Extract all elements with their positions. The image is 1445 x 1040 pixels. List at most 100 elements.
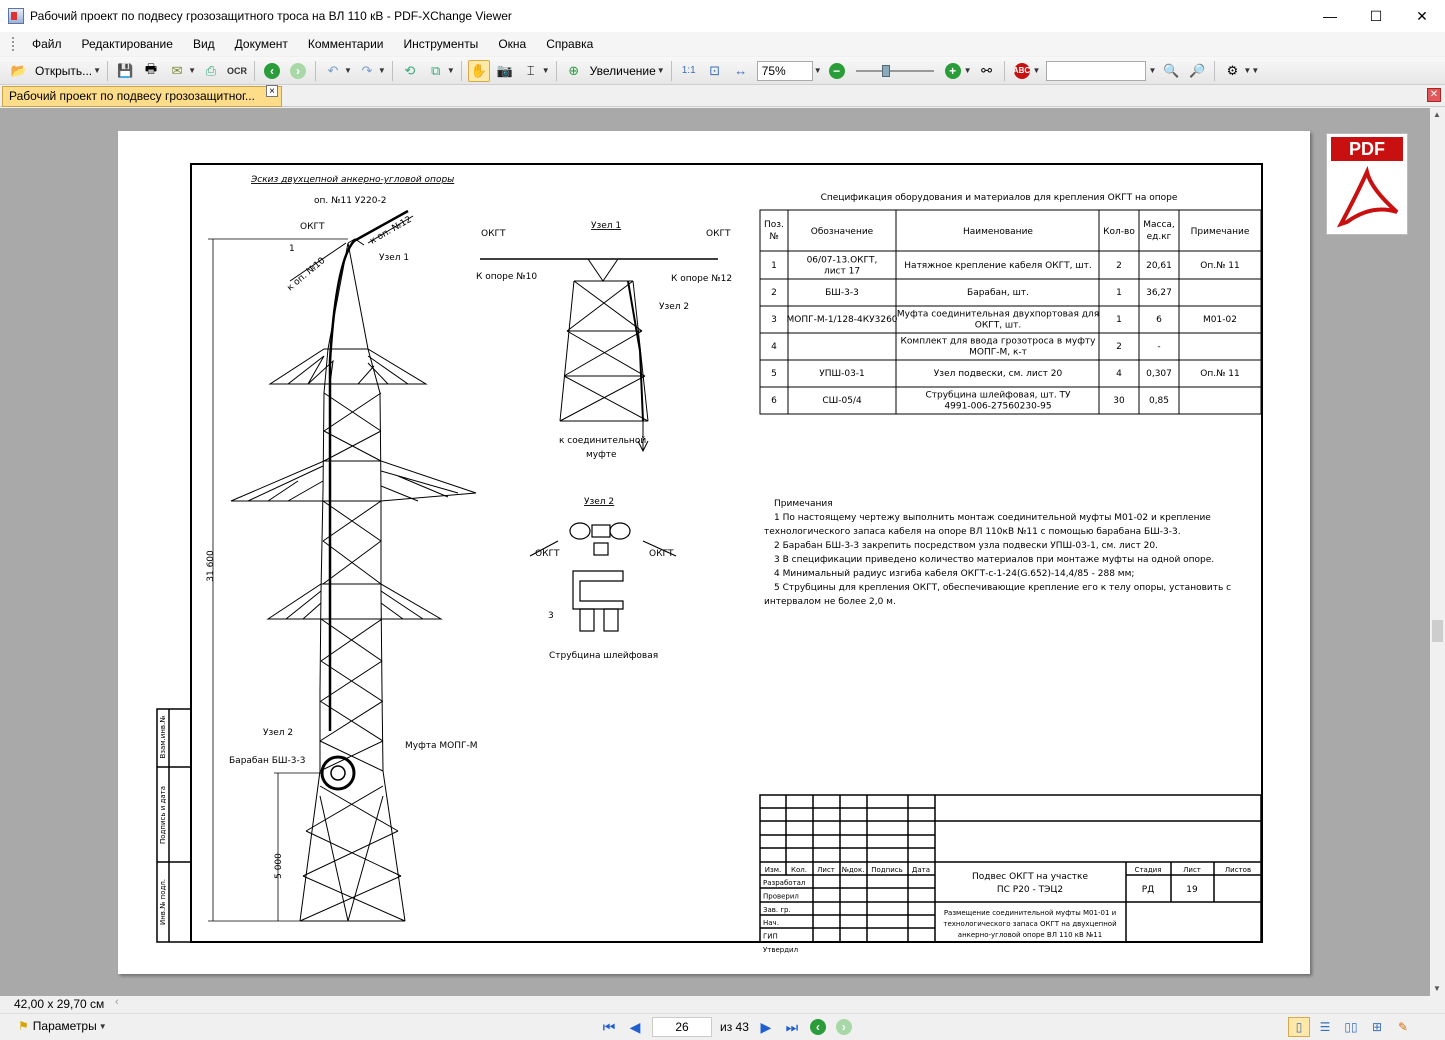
forward-view-icon[interactable]: ›: [834, 1017, 854, 1037]
select-text-icon[interactable]: ⌶: [520, 60, 542, 82]
document-view[interactable]: Взам.инв.№ Подпись и дата Инв.№ подл. Эс…: [0, 108, 1430, 996]
open-button[interactable]: Открыть...: [32, 64, 95, 78]
fit-page-icon[interactable]: ⊡: [704, 60, 726, 82]
stamp-column-header: Кол.: [791, 866, 807, 874]
rotate-icon[interactable]: ⟲: [399, 60, 421, 82]
spec-cell: 6: [1156, 315, 1162, 325]
spec-header: Поз.: [764, 220, 784, 230]
prev-page-icon[interactable]: ◀: [625, 1017, 645, 1037]
spec-cell: 0,85: [1149, 396, 1169, 406]
settings-icon[interactable]: ⚙: [1221, 60, 1243, 82]
snapshot-icon[interactable]: 📷: [494, 60, 516, 82]
uzel2-label: Узел 2: [263, 728, 293, 738]
scroll-down-icon[interactable]: ▼: [1433, 984, 1441, 993]
hand-tool-icon[interactable]: ✋: [467, 59, 490, 82]
back-view-icon[interactable]: ‹: [808, 1017, 828, 1037]
last-page-icon[interactable]: ⏭: [782, 1017, 802, 1037]
print-icon[interactable]: 🖶: [140, 60, 162, 82]
binoculars-icon[interactable]: ⚯: [976, 60, 998, 82]
menu-document[interactable]: Документ: [225, 33, 298, 55]
next-page-icon[interactable]: ▶: [756, 1017, 776, 1037]
zoom-level-input[interactable]: 75%: [756, 60, 813, 81]
okgt-clamp-left: ОКГТ: [535, 549, 560, 559]
spec-cell: МОПГ-М, к-т: [969, 348, 1027, 358]
find-icon[interactable]: 🔍: [1160, 60, 1182, 82]
spec-cell: Муфта соединительная двухпортовая для: [897, 310, 1099, 320]
spec-cell: 30: [1113, 396, 1125, 406]
stamp-desc-3: анкерно-угловой опоре ВЛ 110 кВ №11: [958, 931, 1102, 939]
zoom-out-icon[interactable]: −: [826, 60, 848, 82]
menu-windows[interactable]: Окна: [488, 33, 536, 55]
email-icon[interactable]: ✉: [166, 60, 188, 82]
stamp-role: ГИП: [763, 933, 778, 941]
forward-icon[interactable]: ›: [287, 60, 309, 82]
note-line: 3 В спецификации приведено количество ма…: [774, 555, 1214, 565]
spec-cell: 2: [771, 288, 777, 298]
save-icon[interactable]: 💾: [114, 60, 136, 82]
find-next-icon[interactable]: 🔎: [1186, 60, 1208, 82]
menu-bar: Файл Редактирование Вид Документ Коммент…: [0, 32, 1445, 56]
uzel1-detail: [480, 258, 718, 453]
fit-width-icon[interactable]: ↔: [730, 60, 752, 82]
pages-icon[interactable]: ⧉: [425, 60, 447, 82]
menu-help[interactable]: Справка: [536, 33, 603, 55]
menu-view[interactable]: Вид: [183, 33, 225, 55]
spec-cell: лист 17: [824, 267, 860, 277]
undo-icon[interactable]: ↶: [322, 60, 344, 82]
open-dropdown-icon[interactable]: ▼: [93, 66, 101, 75]
search-input[interactable]: [1046, 60, 1147, 81]
open-folder-icon[interactable]: 📂: [8, 60, 30, 82]
document-tab[interactable]: Рабочий проект по подвесу грозозащитног.…: [2, 86, 282, 107]
close-document-icon[interactable]: ✕: [1427, 88, 1441, 102]
menu-comments[interactable]: Комментарии: [298, 33, 394, 55]
window-title: Рабочий проект по подвесу грозозащитного…: [30, 9, 512, 23]
sketch-title: Эскиз двухцепной анкерно-угловой опоры: [250, 175, 454, 185]
scrollbar-thumb[interactable]: [1432, 620, 1443, 642]
facing-icon[interactable]: ▯▯: [1340, 1017, 1362, 1037]
back-icon[interactable]: ‹: [261, 60, 283, 82]
single-page-icon[interactable]: ▯: [1288, 1017, 1310, 1037]
to-coupling-label: к соединительной: [559, 436, 646, 446]
pdf-viewer-window: Рабочий проект по подвесу грозозащитного…: [0, 0, 1445, 1040]
menu-edit[interactable]: Редактирование: [72, 33, 183, 55]
spellcheck-icon[interactable]: ABC: [1011, 60, 1033, 82]
actual-size-icon[interactable]: 1:1: [678, 60, 700, 82]
tools-icon[interactable]: ✎: [1392, 1017, 1414, 1037]
height-dim: 31 600: [206, 550, 216, 582]
menu-file[interactable]: Файл: [22, 33, 72, 55]
menu-tools[interactable]: Инструменты: [393, 33, 488, 55]
page-number-input[interactable]: 26: [652, 1017, 712, 1037]
redo-icon[interactable]: ↷: [356, 60, 378, 82]
ocr-icon[interactable]: OCR: [226, 60, 248, 82]
minimize-button[interactable]: —: [1307, 0, 1353, 32]
document-tab-label: Рабочий проект по подвесу грозозащитног.…: [9, 89, 255, 103]
spec-cell: Оп.№ 11: [1200, 369, 1240, 379]
zoom-in-icon[interactable]: ⊕: [563, 60, 585, 82]
spec-cell: 2: [1116, 342, 1122, 352]
scroll-up-icon[interactable]: ▲: [1433, 110, 1441, 119]
tab-close-icon[interactable]: ×: [266, 85, 278, 97]
stamp-column-header: №док.: [842, 866, 865, 874]
stamp-role: Проверил: [763, 892, 799, 900]
zoom-plus-icon[interactable]: +: [942, 60, 964, 82]
stamp-columns: Изм. Кол. Лист №док. Подпись Дата: [765, 866, 930, 874]
vertical-scrollbar[interactable]: ▲ ▼: [1430, 108, 1445, 996]
first-page-icon[interactable]: ⏮: [599, 1017, 619, 1037]
parameters-button[interactable]: ⚑ Параметры ▼: [18, 1019, 109, 1033]
zoom-slider[interactable]: [855, 64, 934, 77]
hscroll-left-icon[interactable]: ‹: [115, 996, 119, 1008]
continuous-facing-icon[interactable]: ⊞: [1366, 1017, 1388, 1037]
scan-icon[interactable]: ⎙: [200, 60, 222, 82]
zoom-slider-thumb[interactable]: [881, 64, 890, 77]
drawing-sheet: Взам.инв.№ Подпись и дата Инв.№ подл. Эс…: [156, 163, 1263, 954]
spec-title: Спецификация оборудования и материалов д…: [821, 193, 1178, 203]
close-button[interactable]: ✕: [1399, 0, 1445, 32]
spec-cell: 1: [771, 261, 777, 271]
drum-icon: [320, 755, 356, 791]
zoom-in-button[interactable]: Увеличение: [587, 64, 659, 78]
continuous-icon[interactable]: ☰: [1314, 1017, 1336, 1037]
maximize-button[interactable]: ☐: [1353, 0, 1399, 32]
stamp-column-header: Подпись: [871, 866, 903, 874]
flag-icon: ⚑: [18, 1019, 29, 1033]
to-10-label: к оп. №10: [286, 256, 328, 294]
